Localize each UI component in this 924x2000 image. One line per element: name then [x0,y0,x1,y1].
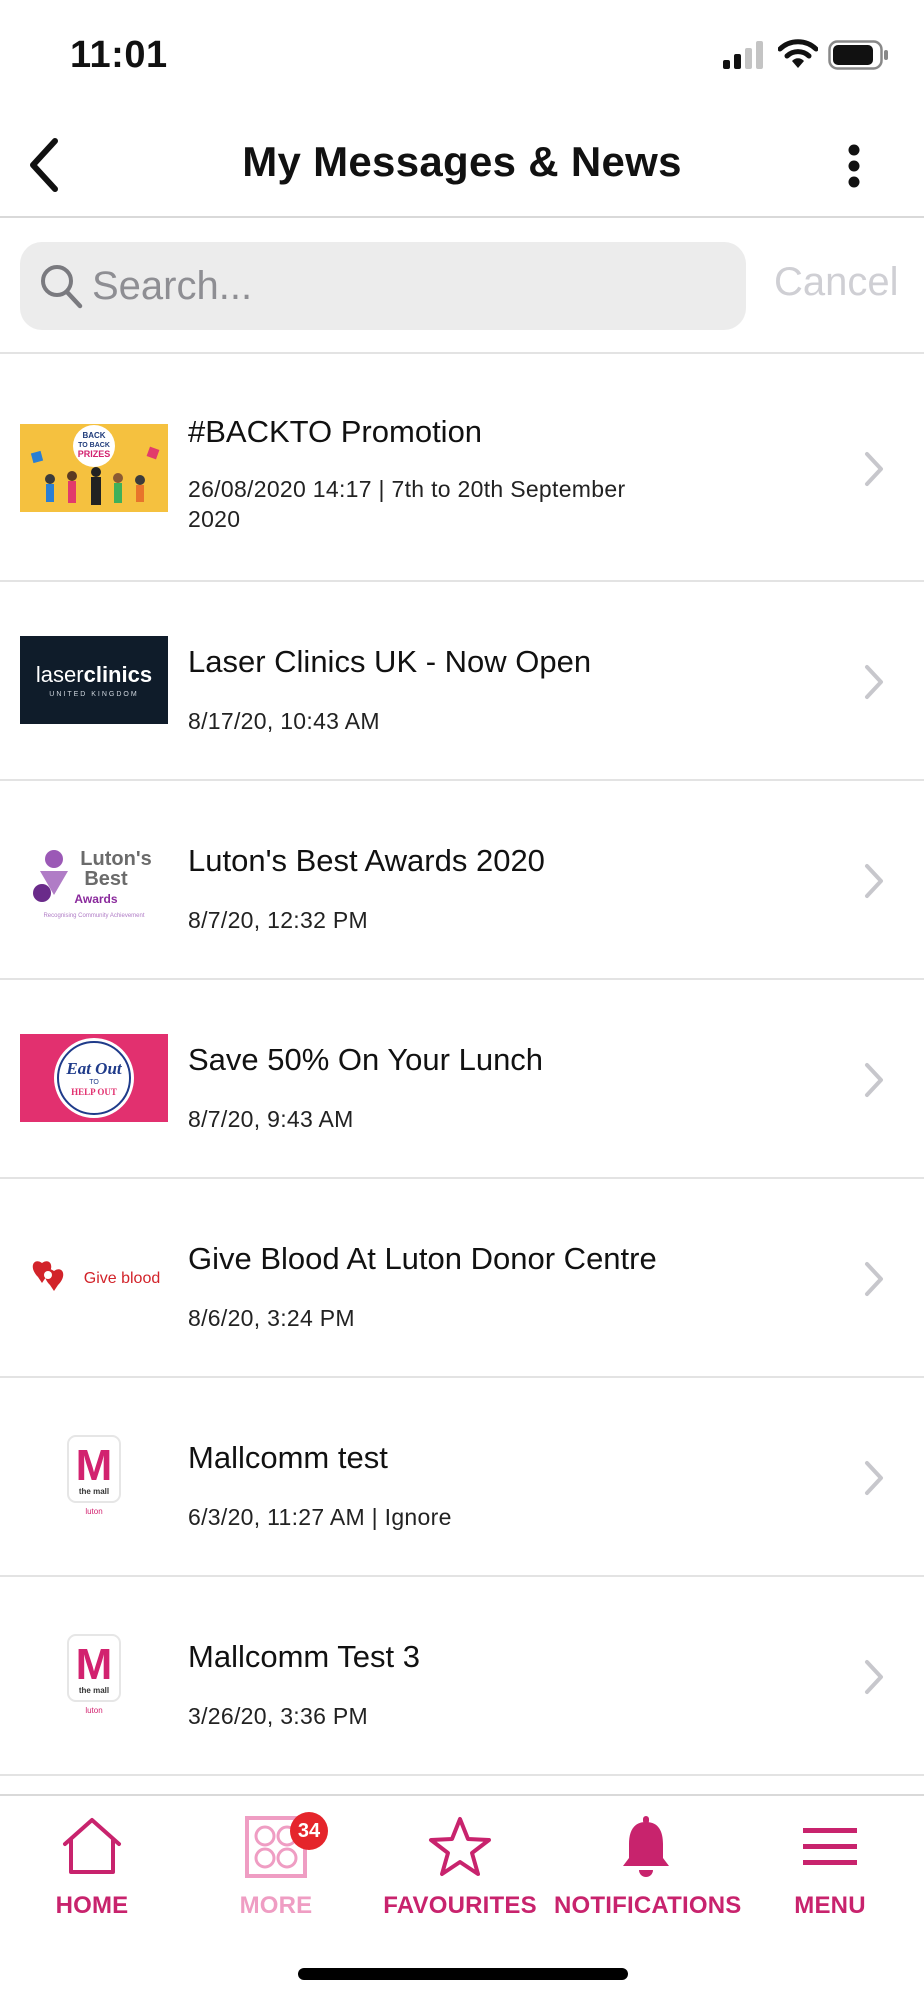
thumb-text: Luton's [80,848,151,870]
message-meta: 8/17/20, 10:43 AM [188,708,380,734]
message-meta: 8/7/20, 12:32 PM [188,907,368,933]
message-title: Mallcomm test [188,1440,388,1475]
thumb-text: M [76,1441,113,1490]
list-item[interactable]: Luton's Best Awards Recognising Communit… [0,781,924,980]
thumb-text: PRIZES [78,449,111,459]
star-icon [429,1817,491,1876]
message-meta: 3/26/20, 3:36 PM [188,1703,368,1729]
message-title: Mallcomm Test 3 [188,1639,420,1674]
cancel-button[interactable]: Cancel [774,260,899,305]
tab-menu[interactable]: MENU [738,1812,922,1932]
thumb-text: luton [85,1507,102,1516]
thumb-text: Eat Out [65,1059,123,1078]
home-icon [63,1818,121,1874]
search-icon [41,265,83,309]
thumb-text: Give blood [84,1270,161,1287]
kebab-icon [848,144,860,188]
home-indicator[interactable] [298,1968,628,1980]
status-time: 11:01 [70,34,168,76]
thumb-text: Best [84,868,128,890]
list-item[interactable]: Eat Out TO HELP OUT Save 50% On Your Lun… [0,980,924,1179]
list-item[interactable]: BACK TO BACK PRIZES #BACKTO Promotion 26… [0,354,924,582]
message-title: Laser Clinics UK - Now Open [188,644,592,679]
thumb-text: the mall [79,1686,109,1695]
bell-icon [623,1816,669,1877]
thumb-text: laser [36,662,84,687]
message-meta: 26/08/2020 14:17 | 7th to 20th September… [188,476,626,532]
status-bar: 11:01 [0,0,924,110]
tab-label: NOTIFICATIONS [554,1892,742,1919]
chevron-right-icon [865,665,883,699]
tab-label: MORE [239,1892,313,1919]
tab-more[interactable]: 34 MORE [184,1812,368,1932]
thumb-text: the mall [79,1487,109,1496]
the-mall-logo-thumbnail: M the mall luton [20,1432,168,1520]
tab-home[interactable]: HOME [0,1812,184,1932]
tab-favourites[interactable]: FAVOURITES [368,1812,552,1932]
back-chevron-icon [30,138,58,192]
tab-label: HOME [55,1892,129,1919]
svg-text:laserclinics: laserclinics [36,662,152,687]
message-title: Save 50% On Your Lunch [188,1042,544,1077]
thumb-text: Recognising Community Achievement [43,913,144,919]
thumb-text: luton [85,1706,102,1715]
backto-promo-thumbnail: BACK TO BACK PRIZES [20,424,168,512]
laser-clinics-thumbnail: laserclinics UNITED KINGDOM [20,636,168,724]
the-mall-logo-thumbnail: M the mall luton [20,1631,168,1719]
battery-icon [828,40,888,70]
list-item[interactable]: laserclinics UNITED KINGDOM Laser Clinic… [0,582,924,781]
chevron-right-icon [865,1660,883,1694]
message-title: Luton's Best Awards 2020 [188,843,545,878]
search-area: Cancel [0,218,924,354]
message-title: #BACKTO Promotion [188,414,483,449]
search-box[interactable] [20,242,746,330]
give-blood-thumbnail: Give blood [20,1233,168,1321]
thumb-text: M [76,1640,113,1689]
thumb-text: UNITED KINGDOM [49,691,138,698]
wifi-icon [778,39,818,68]
chevron-right-icon [865,864,883,898]
tab-notifications[interactable]: NOTIFICATIONS [554,1812,742,1932]
thumb-text: BACK [82,431,105,440]
thumb-text: HELP OUT [71,1087,117,1097]
chevron-right-icon [865,452,883,486]
signal-icon [723,41,763,69]
tab-label: MENU [794,1892,866,1919]
message-list: BACK TO BACK PRIZES #BACKTO Promotion 26… [0,354,924,1776]
lutons-best-thumbnail: Luton's Best Awards Recognising Communit… [20,835,168,923]
list-item[interactable]: M the mall luton Mallcomm test 6/3/20, 1… [0,1378,924,1577]
notification-badge: 34 [290,1812,328,1850]
message-meta: 8/7/20, 9:43 AM [188,1106,354,1132]
eat-out-thumbnail: Eat Out TO HELP OUT [20,1034,168,1122]
page-title: My Messages & News [242,138,682,185]
thumb-text: Awards [74,892,117,906]
message-meta: 6/3/20, 11:27 AM | Ignore [188,1504,452,1530]
thumb-text: clinics [84,662,152,687]
tab-label: FAVOURITES [383,1892,537,1919]
chevron-right-icon [865,1262,883,1296]
thumb-text: TO [89,1079,99,1086]
list-item[interactable]: M the mall luton Mallcomm Test 3 3/26/20… [0,1577,924,1776]
more-options-button[interactable] [834,134,874,198]
chevron-right-icon [865,1461,883,1495]
back-button[interactable] [14,130,74,200]
message-title: Give Blood At Luton Donor Centre [188,1241,657,1276]
message-meta: 8/6/20, 3:24 PM [188,1305,355,1331]
hamburger-icon [803,1828,857,1865]
nav-bar: My Messages & News [0,110,924,218]
list-item[interactable]: Give blood Give Blood At Luton Donor Cen… [0,1179,924,1378]
search-input[interactable] [92,242,732,330]
chevron-right-icon [865,1063,883,1097]
thumb-text: TO BACK [78,442,110,449]
